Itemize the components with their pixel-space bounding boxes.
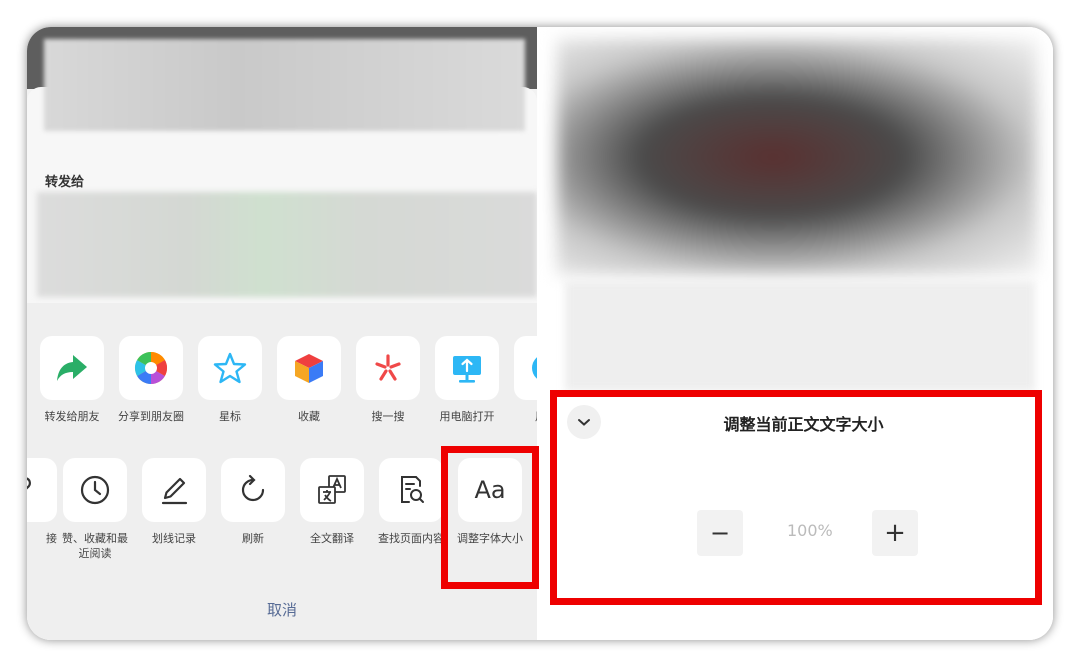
blurred-article-text bbox=[565, 281, 1035, 391]
screenshot-frame: 转发给 转发给朋友 分享到朋友圈 星标 收藏 搜一搜 用电脑打开 接 赞、收藏和… bbox=[27, 27, 1053, 640]
action-label: 刷新 bbox=[242, 532, 264, 545]
minus-icon: − bbox=[709, 519, 731, 547]
action-label: 分享到朋友圈 bbox=[118, 410, 184, 423]
favorites-cube-icon bbox=[277, 336, 341, 400]
action-refresh[interactable]: 刷新 bbox=[213, 458, 293, 546]
blurred-header-content bbox=[44, 39, 525, 131]
zoom-value: 100% bbox=[787, 521, 833, 540]
clock-icon bbox=[63, 458, 127, 522]
action-share-to-moments[interactable]: 分享到朋友圈 bbox=[111, 336, 191, 424]
action-search[interactable]: 搜一搜 bbox=[348, 336, 428, 424]
action-find-in-page[interactable]: 查找页面内容 bbox=[371, 458, 451, 546]
action-label: 查找页面内容 bbox=[378, 532, 444, 545]
action-star[interactable]: 星标 bbox=[190, 336, 270, 424]
action-adjust-font-size[interactable]: Aa 调整字体大小 bbox=[450, 458, 530, 546]
action-label: 转发给朋友 bbox=[44, 410, 100, 423]
plus-icon: + bbox=[884, 518, 906, 548]
action-label: 搜一搜 bbox=[371, 410, 405, 423]
blurred-contact-list[interactable] bbox=[37, 192, 537, 297]
article-panel: 调整当前正文文字大小 − 100% + bbox=[537, 27, 1053, 640]
moments-icon bbox=[119, 336, 183, 400]
refresh-icon bbox=[221, 458, 285, 522]
find-in-page-icon bbox=[379, 458, 443, 522]
action-label: 划线记录 bbox=[152, 532, 196, 545]
action-underline-records[interactable]: 划线记录 bbox=[134, 458, 214, 546]
action-label: 用电脑打开 bbox=[439, 410, 495, 423]
translate-icon bbox=[300, 458, 364, 522]
action-label: 星标 bbox=[219, 410, 241, 423]
action-full-translate[interactable]: 全文翻译 bbox=[292, 458, 372, 546]
action-open-default-browser[interactable]: 用默 bbox=[506, 336, 537, 424]
forward-arrow-icon bbox=[40, 336, 104, 400]
action-open-on-computer[interactable]: 用电脑打开 bbox=[427, 336, 507, 424]
font-size-panel: 调整当前正文文字大小 − 100% + bbox=[554, 390, 1053, 640]
decrease-font-button[interactable]: − bbox=[697, 510, 743, 556]
action-label: 全文翻译 bbox=[310, 532, 354, 545]
cancel-button[interactable]: 取消 bbox=[27, 599, 537, 620]
font-size-glyph: Aa bbox=[474, 476, 506, 504]
share-actions-row-1: 转发给朋友 分享到朋友圈 星标 收藏 搜一搜 用电脑打开 bbox=[27, 336, 537, 446]
search-one-search-icon bbox=[356, 336, 420, 400]
blurred-article-image bbox=[557, 39, 1037, 275]
action-label: 调整字体大小 bbox=[457, 532, 523, 545]
action-favorites[interactable]: 收藏 bbox=[269, 336, 349, 424]
open-default-browser-icon bbox=[514, 336, 537, 400]
star-icon bbox=[198, 336, 262, 400]
underline-pen-icon bbox=[142, 458, 206, 522]
forward-to-label: 转发给 bbox=[45, 175, 85, 190]
action-label-line2: 近阅读 bbox=[78, 547, 112, 560]
share-sheet-panel: 转发给 转发给朋友 分享到朋友圈 星标 收藏 搜一搜 用电脑打开 接 赞、收藏和… bbox=[27, 27, 537, 640]
share-actions-row-2: 接 赞、收藏和最 近阅读 划线记录 刷新 全文翻译 查找页面内容 Aa 调整字体… bbox=[27, 458, 537, 568]
action-forward-to-friend[interactable]: 转发给朋友 bbox=[32, 336, 112, 424]
action-likes-and-recent[interactable]: 赞、收藏和最 近阅读 bbox=[55, 458, 135, 561]
link-icon bbox=[27, 458, 57, 522]
open-on-computer-icon bbox=[435, 336, 499, 400]
action-label: 赞、收藏和最 bbox=[62, 532, 128, 545]
action-label: 用默 bbox=[506, 409, 537, 424]
increase-font-button[interactable]: + bbox=[872, 510, 918, 556]
action-label: 收藏 bbox=[298, 410, 320, 423]
font-size-icon: Aa bbox=[458, 458, 522, 522]
font-size-panel-title: 调整当前正文文字大小 bbox=[723, 415, 884, 434]
